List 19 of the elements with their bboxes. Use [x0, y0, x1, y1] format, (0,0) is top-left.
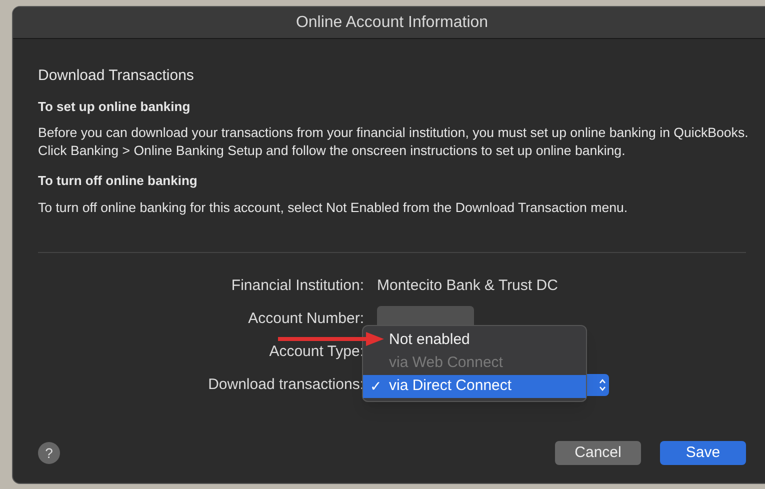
- field-label: Download transactions:: [207, 374, 364, 395]
- paragraph: To turn off online banking for this account, select Not Enabled from the Download Transaction menu.: [38, 198, 629, 216]
- field-label: Financial Institution:: [230, 276, 364, 296]
- field-value: Montecito Bank & Trust DC: [377, 277, 558, 294]
- chevrons-icon: [599, 379, 606, 391]
- window-title: Online Account Information: [296, 12, 488, 32]
- section-heading: Download Transactions: [38, 66, 195, 86]
- arrow-icon: [278, 332, 386, 346]
- paragraph: Before you can download your transactions from your financial institution, you must set up online banking in QuickBooks. Click Banking > Online Banking Setup and follow the onscreen instructions to set up online banking.: [38, 124, 750, 160]
- help-button[interactable]: ?: [38, 442, 60, 464]
- cancel-button[interactable]: Cancel: [555, 441, 641, 465]
- checkmark-icon: ✓: [370, 376, 384, 396]
- menu-item[interactable]: Not enabled: [389, 328, 586, 352]
- menu-item[interactable]: ✓ via Direct Connect: [363, 374, 586, 398]
- subheading: To turn off online banking: [38, 172, 198, 190]
- field-label: Account Type:: [268, 342, 364, 362]
- save-button[interactable]: Save: [660, 441, 746, 465]
- subheading: To set up online banking: [38, 98, 192, 116]
- field-label: Account Number:: [247, 308, 364, 329]
